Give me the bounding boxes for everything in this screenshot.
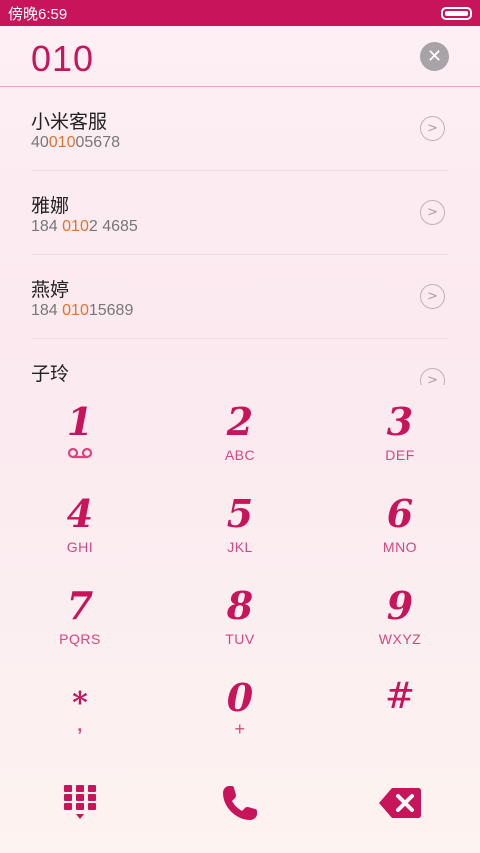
battery-icon <box>441 7 472 20</box>
key-2[interactable]: 2 ABC <box>160 385 320 477</box>
dial-keypad: 1 2 ABC 3 DEF 4 GHI 5 JKL 6 MNO 7 PQRS 8… <box>0 385 480 753</box>
backspace-icon <box>379 788 421 818</box>
key-9[interactable]: 9 WXYZ <box>320 569 480 661</box>
contact-name: 燕婷 <box>31 279 70 301</box>
key-1[interactable]: 1 <box>0 385 160 477</box>
key-8[interactable]: 8 TUV <box>160 569 320 661</box>
contact-name: 雅娜 <box>31 195 70 217</box>
result-item[interactable]: 小米客服 4001005678 > <box>31 87 449 171</box>
key-4[interactable]: 4 GHI <box>0 477 160 569</box>
call-button[interactable] <box>160 753 320 853</box>
contact-number: 184 0102 4685 <box>31 218 138 235</box>
number-input-row: 010 ✕ <box>0 26 480 87</box>
status-bar: 傍晚6:59 <box>0 0 480 26</box>
key-0[interactable]: 0 + <box>160 661 320 753</box>
backspace-button[interactable] <box>320 753 480 853</box>
chevron-right-icon[interactable]: > <box>420 284 445 309</box>
contact-number: 184 01015689 <box>31 302 134 319</box>
key-6[interactable]: 6 MNO <box>320 477 480 569</box>
key-5[interactable]: 5 JKL <box>160 477 320 569</box>
key-hash[interactable]: # <box>320 661 480 753</box>
contact-name: 小米客服 <box>31 111 108 133</box>
chevron-right-icon[interactable]: > <box>420 116 445 141</box>
result-item[interactable]: 雅娜 184 0102 4685 > <box>31 171 449 255</box>
bottom-action-bar <box>0 753 480 853</box>
chevron-right-icon[interactable]: > <box>420 368 445 385</box>
key-7[interactable]: 7 PQRS <box>0 569 160 661</box>
key-star[interactable]: * , <box>0 661 160 753</box>
key-3[interactable]: 3 DEF <box>320 385 480 477</box>
dialed-number[interactable]: 010 <box>31 38 94 80</box>
contact-name: 子玲 <box>31 363 70 385</box>
contact-number: 4001005678 <box>31 134 120 151</box>
result-item[interactable]: 燕婷 184 01015689 > <box>31 255 449 339</box>
voicemail-icon <box>67 447 93 459</box>
keypad-grid-icon <box>64 785 96 819</box>
chevron-right-icon[interactable]: > <box>420 200 445 225</box>
clear-icon[interactable]: ✕ <box>420 42 449 71</box>
phone-call-icon <box>223 786 257 820</box>
keypad-toggle-button[interactable] <box>0 753 160 853</box>
result-item[interactable]: 子玲 > <box>31 339 449 385</box>
status-time: 傍晚6:59 <box>8 5 68 23</box>
search-results: 小米客服 4001005678 > 雅娜 184 0102 4685 > 燕婷 … <box>0 87 480 385</box>
